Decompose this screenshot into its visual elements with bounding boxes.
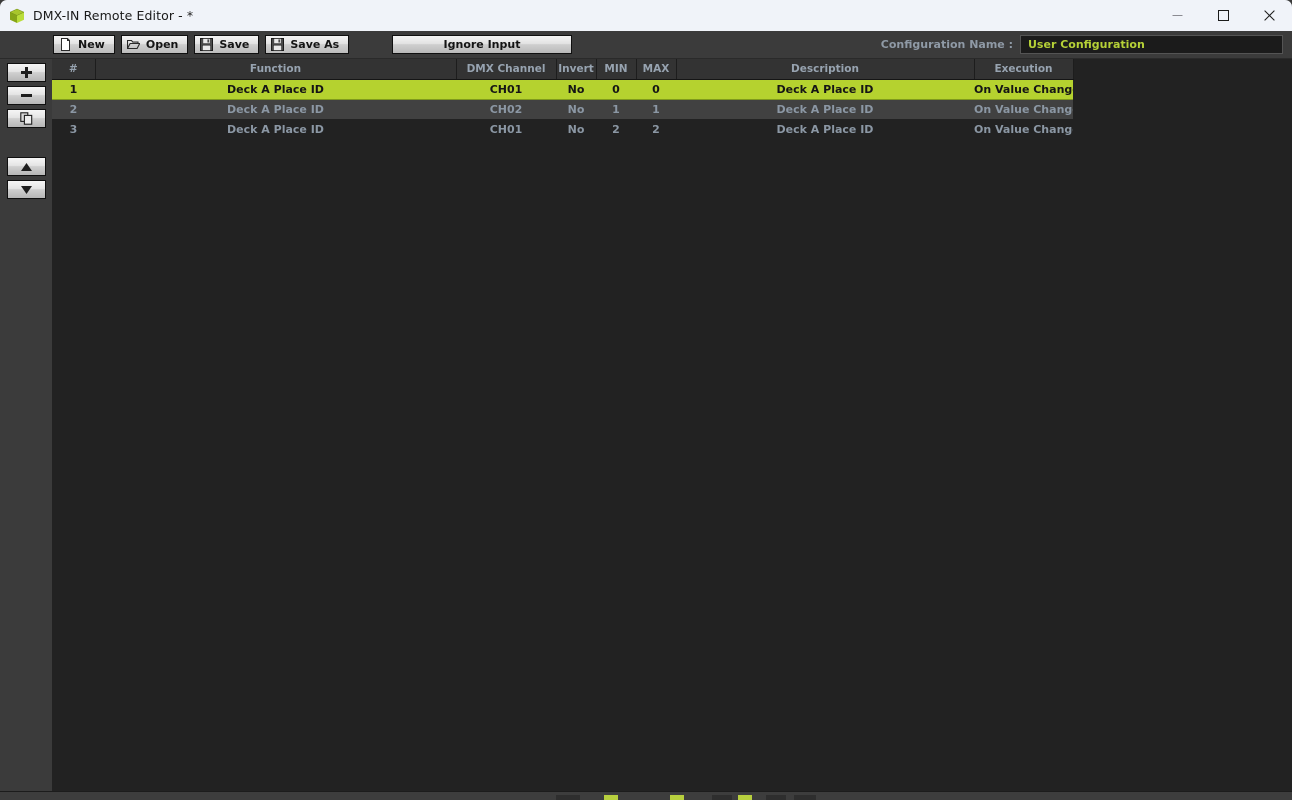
cell-invert[interactable]: No	[556, 99, 596, 119]
column-header-execution[interactable]: Execution	[974, 59, 1074, 80]
configuration-name-label: Configuration Name :	[880, 38, 1013, 51]
toolbar: New Open Save Save As Ignore Input Confi…	[0, 31, 1292, 59]
cell-dmx-channel[interactable]: CH02	[456, 99, 556, 119]
column-header-invert[interactable]: Invert	[556, 59, 597, 80]
add-row-button[interactable]	[6, 63, 46, 82]
cell-execution[interactable]: On Value Change	[974, 78, 1073, 100]
cell-invert[interactable]: No	[556, 78, 596, 100]
cell-invert[interactable]: No	[556, 119, 596, 139]
save-button-label: Save	[219, 38, 250, 51]
cell-dmx-channel[interactable]: CH01	[456, 78, 556, 100]
cell-min[interactable]: 1	[596, 99, 636, 119]
duplicate-row-button[interactable]	[6, 109, 46, 128]
move-down-button[interactable]	[6, 180, 46, 199]
cell-execution[interactable]: On Value Change	[974, 119, 1073, 139]
floppy-disk-icon	[200, 38, 214, 51]
cell-max[interactable]: 2	[636, 119, 676, 139]
table-row[interactable]: 1 Deck A Place ID CH01 No 0 0 Deck A Pla…	[52, 78, 1073, 100]
title-bar: DMX-IN Remote Editor - *	[0, 0, 1292, 31]
row-tools-sidebar	[0, 59, 52, 793]
mapping-table-area: # Function DMX Channel Invert MIN MAX De…	[52, 59, 1292, 793]
close-icon	[1263, 10, 1275, 21]
green-cube-icon	[9, 8, 25, 23]
mapping-table: # Function DMX Channel Invert MIN MAX De…	[52, 59, 1074, 139]
ignore-input-label: Ignore Input	[443, 38, 521, 51]
configuration-name-value: User Configuration	[1028, 38, 1145, 51]
column-header-min[interactable]: MIN	[596, 59, 637, 80]
plus-icon	[20, 67, 32, 78]
column-header-function[interactable]: Function	[95, 59, 457, 80]
cell-description[interactable]: Deck A Place ID	[676, 78, 974, 100]
copy-icon	[19, 112, 32, 125]
open-folder-icon	[126, 39, 140, 50]
cell-function[interactable]: Deck A Place ID	[95, 119, 456, 139]
cell-function[interactable]: Deck A Place ID	[95, 99, 456, 119]
column-header-num[interactable]: #	[52, 59, 96, 80]
ignore-input-button[interactable]: Ignore Input	[392, 35, 572, 54]
main-content: # Function DMX Channel Invert MIN MAX De…	[0, 59, 1292, 793]
cell-num[interactable]: 1	[52, 78, 95, 100]
minimize-icon	[1172, 15, 1182, 16]
cell-num[interactable]: 3	[52, 119, 95, 139]
save-as-button-label: Save As	[290, 38, 340, 51]
remove-row-button[interactable]	[6, 86, 46, 105]
cell-function[interactable]: Deck A Place ID	[95, 78, 456, 100]
cell-num[interactable]: 2	[52, 99, 95, 119]
floppy-disk-icon	[271, 38, 285, 51]
maximize-button[interactable]	[1200, 0, 1246, 31]
cell-max[interactable]: 1	[636, 99, 676, 119]
maximize-icon	[1217, 10, 1229, 21]
table-empty-space[interactable]	[52, 139, 1292, 793]
minimize-button[interactable]	[1154, 0, 1200, 31]
new-button-label: New	[78, 38, 105, 51]
column-header-max[interactable]: MAX	[636, 59, 677, 80]
background-window-bottom	[0, 791, 1292, 800]
desktop-background: DMX-IN Remote Editor - * New Open Save S…	[0, 0, 1292, 800]
configuration-name-input[interactable]: User Configuration	[1020, 35, 1283, 54]
table-row[interactable]: 3 Deck A Place ID CH01 No 2 2 Deck A Pla…	[52, 119, 1073, 139]
dmx-in-remote-editor-window: DMX-IN Remote Editor - * New Open Save S…	[0, 0, 1292, 793]
new-button[interactable]: New	[53, 35, 115, 54]
save-button[interactable]: Save	[194, 35, 260, 54]
cell-description[interactable]: Deck A Place ID	[676, 119, 974, 139]
triangle-up-icon	[20, 162, 32, 171]
cell-max[interactable]: 0	[636, 78, 676, 100]
triangle-down-icon	[20, 185, 32, 194]
open-button[interactable]: Open	[120, 35, 189, 54]
configuration-name-group: Configuration Name : User Configuration	[881, 35, 1283, 54]
cell-execution[interactable]: On Value Change	[974, 99, 1073, 119]
cell-min[interactable]: 2	[596, 119, 636, 139]
window-controls	[1154, 0, 1292, 31]
move-up-button[interactable]	[6, 157, 46, 176]
table-header-row: # Function DMX Channel Invert MIN MAX De…	[52, 59, 1074, 80]
cell-dmx-channel[interactable]: CH01	[456, 119, 556, 139]
open-button-label: Open	[145, 38, 179, 51]
cell-description[interactable]: Deck A Place ID	[676, 99, 974, 119]
window-title: DMX-IN Remote Editor - *	[33, 8, 194, 23]
table-row[interactable]: 2 Deck A Place ID CH02 No 1 1 Deck A Pla…	[52, 99, 1073, 119]
minus-icon	[20, 94, 32, 97]
cell-min[interactable]: 0	[596, 78, 636, 100]
column-header-description[interactable]: Description	[676, 59, 975, 80]
column-header-dmx-channel[interactable]: DMX Channel	[456, 59, 557, 80]
new-document-icon	[61, 38, 70, 51]
save-as-button[interactable]: Save As	[265, 35, 350, 54]
close-button[interactable]	[1246, 0, 1292, 31]
